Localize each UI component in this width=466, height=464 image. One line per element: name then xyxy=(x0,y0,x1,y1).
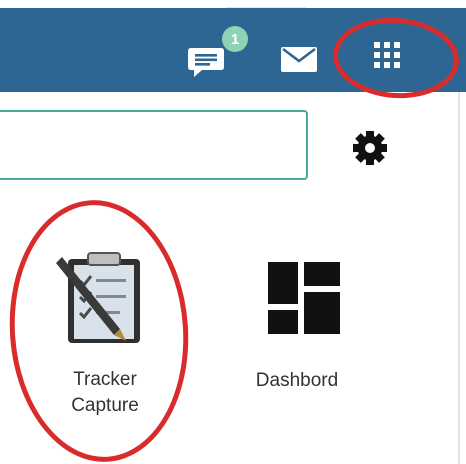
app-tile-dashboard[interactable]: Dashbord xyxy=(232,255,362,395)
panel-edge xyxy=(458,92,460,464)
app-search-input[interactable] xyxy=(8,122,297,170)
app-search-box[interactable] xyxy=(0,110,308,180)
app-tile-tracker-capture[interactable]: Tracker Capture xyxy=(30,245,180,425)
apps-menu-button[interactable] xyxy=(369,38,405,72)
dashboard-tiles-icon xyxy=(268,262,340,334)
notification-badge: 1 xyxy=(222,26,248,52)
top-strip xyxy=(0,0,466,8)
app-tile-label: Tracker Capture xyxy=(71,369,139,416)
apps-grid-icon xyxy=(374,42,400,68)
gear-icon xyxy=(353,131,387,165)
interpretations-button[interactable] xyxy=(188,46,228,80)
envelope-icon xyxy=(281,47,317,72)
app-tile-label: Dashbord xyxy=(255,370,339,391)
settings-button[interactable] xyxy=(350,128,390,168)
clipboard-checklist-icon xyxy=(56,252,140,343)
messages-button[interactable] xyxy=(280,43,318,75)
top-strip-divider xyxy=(226,0,306,8)
chat-bubble-icon xyxy=(188,48,224,77)
app-menu-screen: 1 Tracker Capture Dashbord xyxy=(0,0,466,464)
